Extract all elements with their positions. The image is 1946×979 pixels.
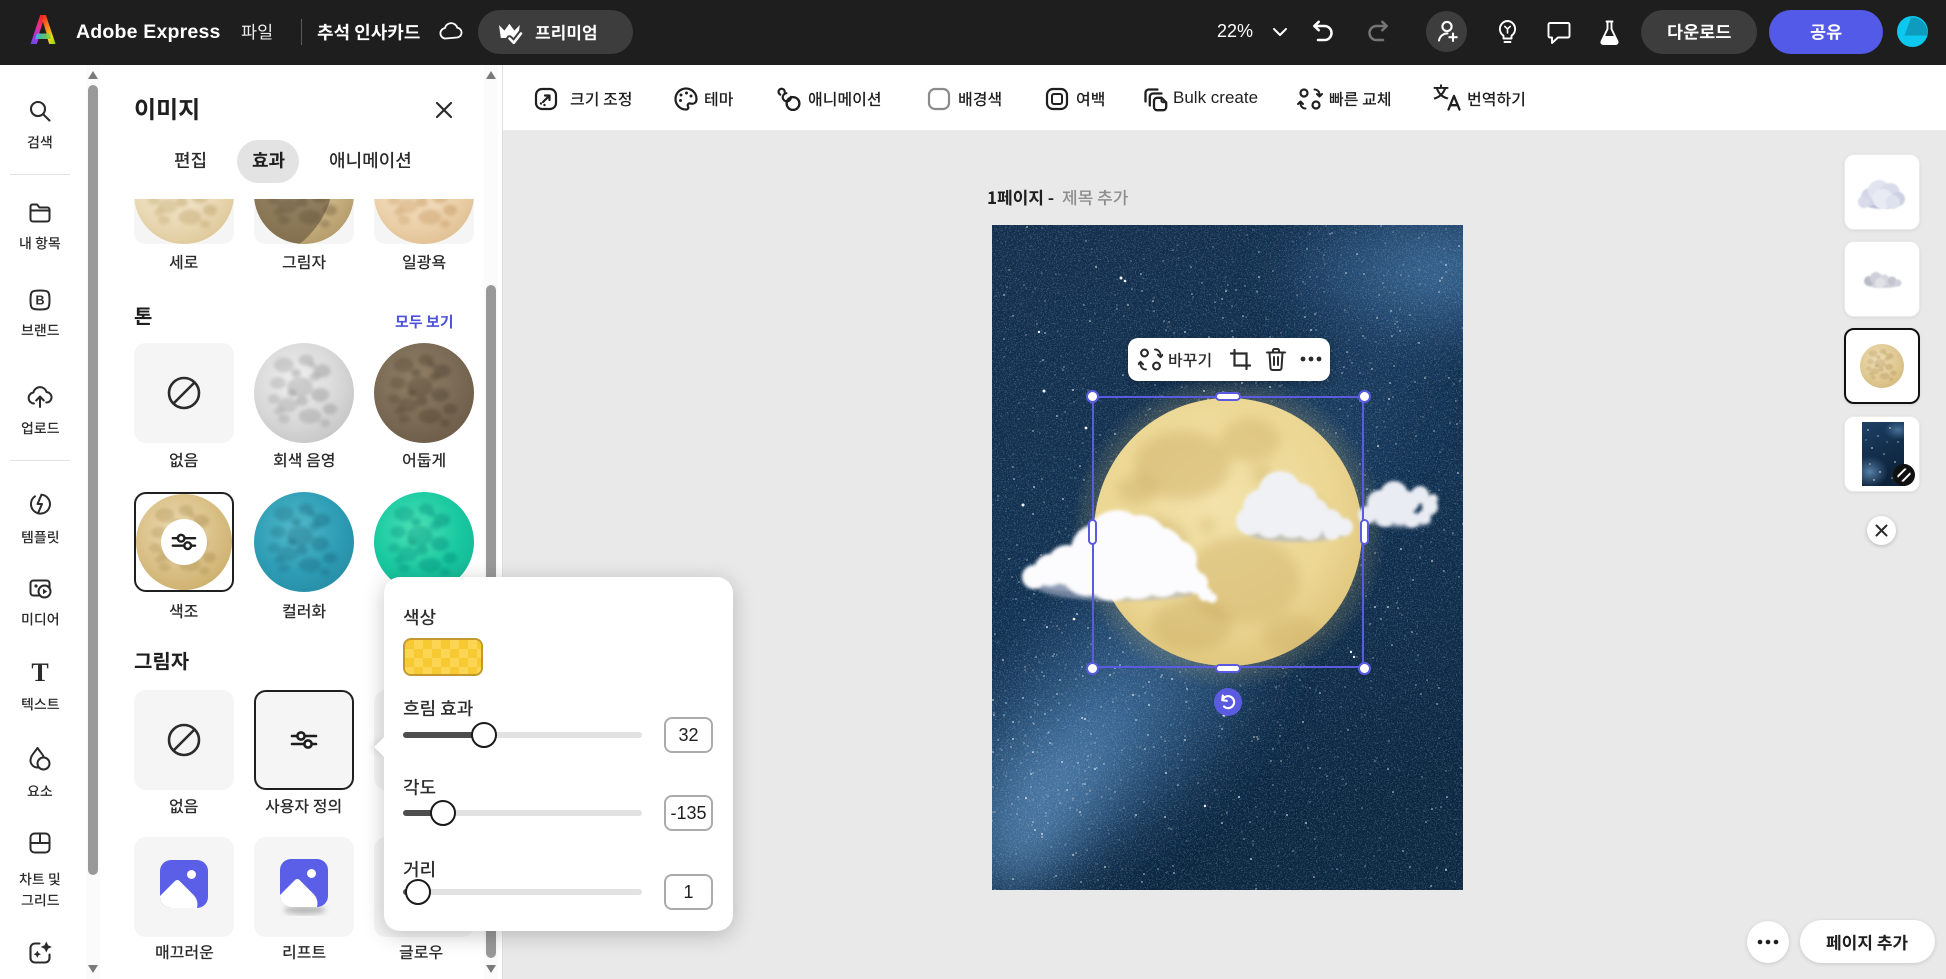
svg-text:T: T <box>31 661 48 685</box>
svg-text:B: B <box>35 293 44 307</box>
